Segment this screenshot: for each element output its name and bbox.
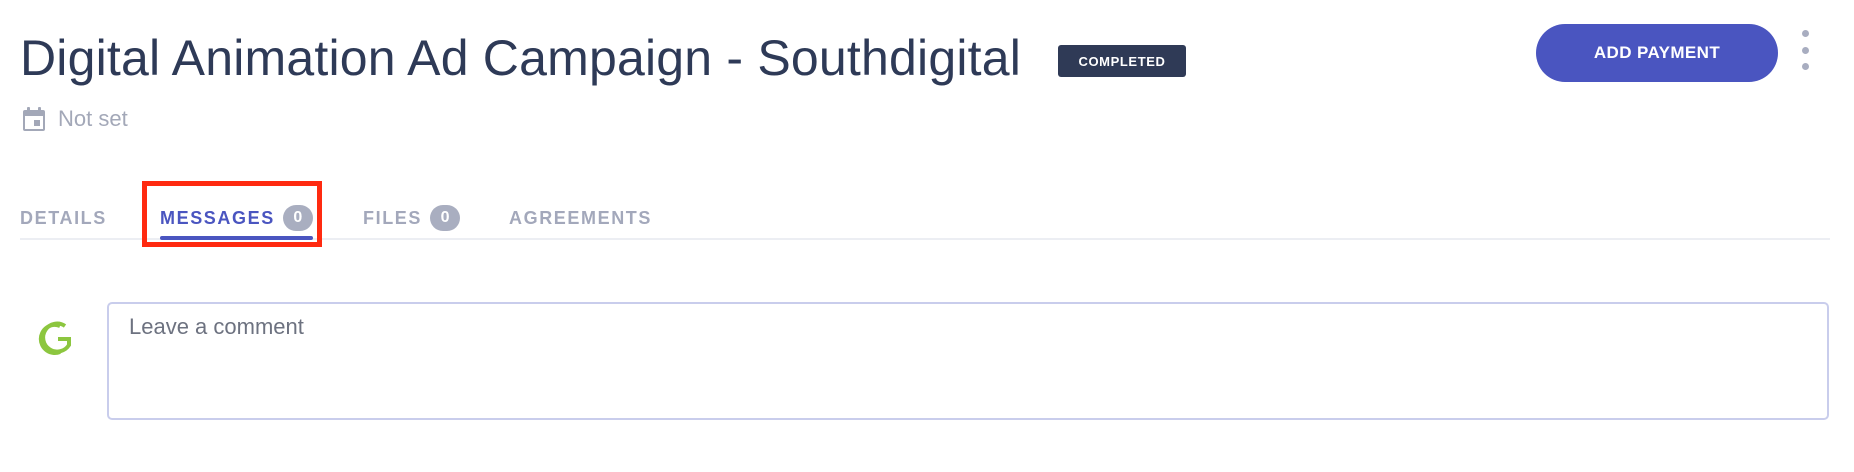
company-logo-g-icon [38,321,71,355]
add-payment-button[interactable]: ADD PAYMENT [1536,24,1778,82]
due-date-value: Not set [58,106,128,131]
tab-bar: DETAILS MESSAGES 0 FILES 0 AGREEMENTS [20,190,1830,240]
page-title: Digital Animation Ad Campaign - Southdig… [20,30,1022,86]
tab-count-badge: 0 [282,205,313,231]
tab-label: AGREEMENTS [509,207,653,228]
due-date[interactable]: Not set [22,104,128,134]
tab-label: FILES [363,207,423,228]
tab-label: DETAILS [20,207,107,228]
tab-agreements[interactable]: AGREEMENTS [509,200,652,236]
calendar-icon [23,107,45,131]
kebab-dot [1801,30,1809,37]
status-badge: COMPLETED [1058,45,1186,77]
tab-messages[interactable]: MESSAGES 0 [160,200,313,240]
kebab-dot [1801,46,1809,54]
active-tab-indicator [160,236,313,240]
tab-label: MESSAGES [160,207,275,228]
tab-count-badge: 0 [430,205,461,231]
kebab-dot [1801,63,1809,70]
tab-details[interactable]: DETAILS [20,200,107,236]
kebab-menu-icon[interactable] [1798,30,1812,70]
comment-input[interactable] [107,302,1829,420]
tab-files[interactable]: FILES 0 [363,200,461,236]
